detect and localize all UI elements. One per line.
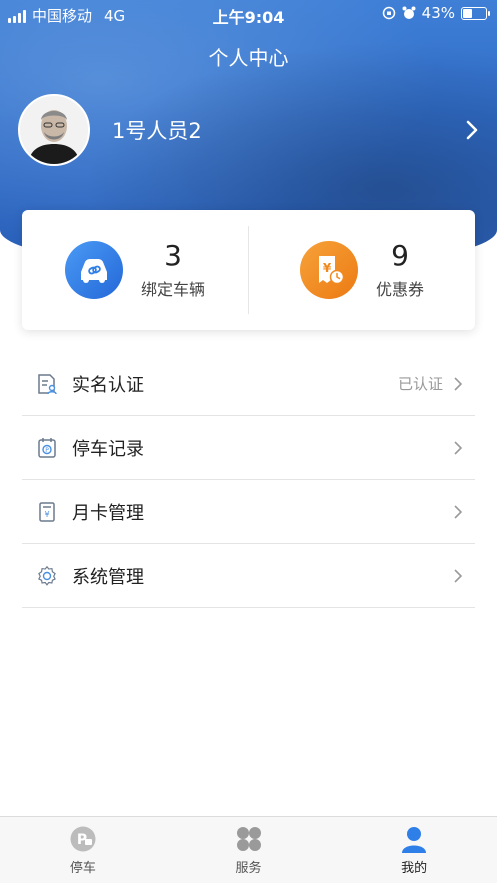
parking-record-icon: P [38,437,56,458]
settings-icon [38,565,56,586]
monthly-card-icon: ¥ [39,501,55,522]
menu-item-monthly-card[interactable]: ¥ 月卡管理 [22,480,475,544]
menu-label-real-name-auth: 实名认证 [72,374,144,396]
chevron-right-icon[interactable] [465,119,479,141]
auth-status: 已认证 [397,375,443,393]
tab-mine[interactable]: 我的 [331,817,497,883]
coupon-icon: ¥ [299,241,358,299]
status-bar: 中国移动 4G 上午9:04 43% [0,0,497,28]
menu-label-system-management: 系统管理 [72,566,144,588]
stat-coupons[interactable]: ¥ 9 优惠券 [249,210,475,330]
chevron-right-icon [454,376,463,391]
tab-bar: P 停车 服务 我的 [0,816,497,883]
coupons-label: 优惠券 [375,280,424,299]
chevron-right-icon [454,440,463,455]
stats-card: 3 绑定车辆 ¥ 9 优惠券 [22,210,475,330]
id-card-icon [38,373,57,394]
battery-icon [461,6,490,20]
alarm-icon [402,6,416,19]
menu-list: 实名认证 已认证 P 停车记录 ¥ 月卡管理 系统管理 [22,352,475,608]
user-icon [402,826,427,853]
tab-label-services: 服务 [235,860,262,876]
menu-label-monthly-card: 月卡管理 [72,502,144,524]
bound-vehicles-label: 绑定车辆 [140,280,205,299]
menu-item-parking-records[interactable]: P 停车记录 [22,416,475,480]
svg-text:¥: ¥ [44,510,49,519]
bound-vehicles-count: 3 [164,239,182,272]
menu-item-real-name-auth[interactable]: 实名认证 已认证 [22,352,475,416]
coupons-count: 9 [391,239,409,272]
services-grid-icon [236,826,261,851]
tab-label-parking: 停车 [69,860,96,876]
chevron-right-icon [454,568,463,583]
page-title: 个人中心 [208,46,289,70]
car-link-icon [64,241,123,299]
username: 1号人员2 [112,119,202,143]
tab-label-mine: 我的 [401,860,428,876]
parking-icon: P [70,826,96,851]
battery-percent: 43% [421,4,455,22]
menu-item-system-management[interactable]: 系统管理 [22,544,475,608]
svg-text:¥: ¥ [323,261,332,275]
tab-services[interactable]: 服务 [166,817,332,883]
menu-label-parking-records: 停车记录 [72,438,144,460]
chevron-right-icon [454,504,463,519]
stat-bound-vehicles[interactable]: 3 绑定车辆 [22,210,248,330]
rotation-lock-icon [382,6,395,20]
profile-row[interactable]: 1号人员2 [18,94,479,166]
avatar[interactable] [18,94,90,166]
svg-text:P: P [45,447,49,454]
tab-parking[interactable]: P 停车 [0,817,166,883]
